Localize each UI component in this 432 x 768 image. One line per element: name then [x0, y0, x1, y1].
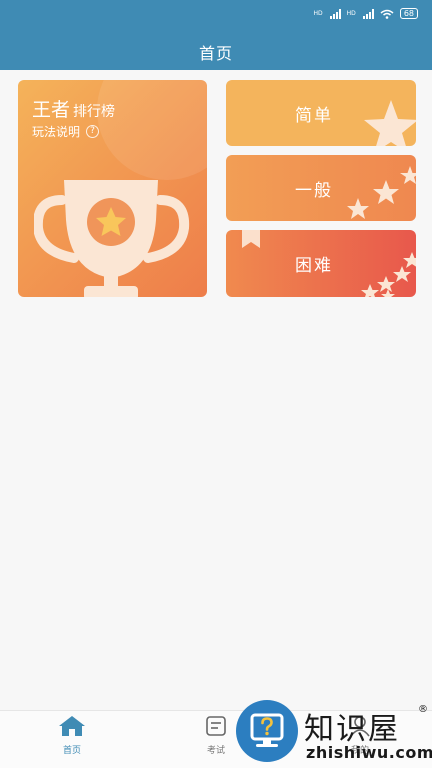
battery-indicator: 68 — [399, 8, 418, 19]
level-easy-card[interactable]: 简单 — [226, 80, 416, 146]
watermark-logo: 知识屋 ® zhishiwu.com — [236, 700, 432, 768]
ranking-title-main: 王者 — [32, 99, 71, 121]
home-icon — [59, 716, 85, 736]
rules-link[interactable]: 玩法说明 ? — [32, 123, 100, 140]
hd-badge: HD — [313, 9, 323, 17]
stars-icon — [361, 252, 416, 297]
hd-badge: HD — [346, 9, 356, 17]
watermark-subtitle: zhishiwu.com — [306, 743, 432, 762]
watermark-title: 知识屋 — [304, 712, 400, 747]
app-header: HD HD 68 首页 — [0, 0, 432, 70]
exam-icon — [206, 716, 226, 736]
trophy-icon — [34, 180, 190, 297]
question-circle-icon: ? — [86, 125, 100, 138]
level-normal-card[interactable]: 一般 — [226, 155, 416, 221]
monitor-question-icon — [250, 713, 284, 747]
level-hard-label: 困难 — [295, 256, 333, 276]
status-bar: HD HD 68 — [314, 8, 418, 19]
wifi-icon — [380, 9, 394, 19]
signal-icon — [362, 8, 374, 19]
tab-home-label: 首页 — [62, 746, 81, 756]
level-hard-card[interactable]: 困难 — [226, 230, 416, 297]
stars-icon — [347, 166, 416, 219]
level-easy-label: 简单 — [295, 105, 333, 126]
ranking-title-sub: 排行榜 — [73, 104, 116, 120]
bookmark-ribbon-icon — [242, 230, 260, 248]
star-icon — [364, 100, 416, 146]
ranking-card[interactable]: 王者 排行榜 玩法说明 ? — [18, 80, 207, 297]
page-title: 首页 — [198, 44, 233, 63]
level-normal-label: 一般 — [295, 180, 333, 201]
watermark-circle — [236, 700, 298, 762]
watermark-registered-mark: ® — [418, 704, 428, 715]
signal-icon — [329, 8, 341, 19]
rules-label: 玩法说明 — [32, 125, 81, 139]
ranking-title: 王者 排行榜 — [32, 95, 115, 122]
tab-home[interactable]: 首页 — [42, 715, 102, 756]
